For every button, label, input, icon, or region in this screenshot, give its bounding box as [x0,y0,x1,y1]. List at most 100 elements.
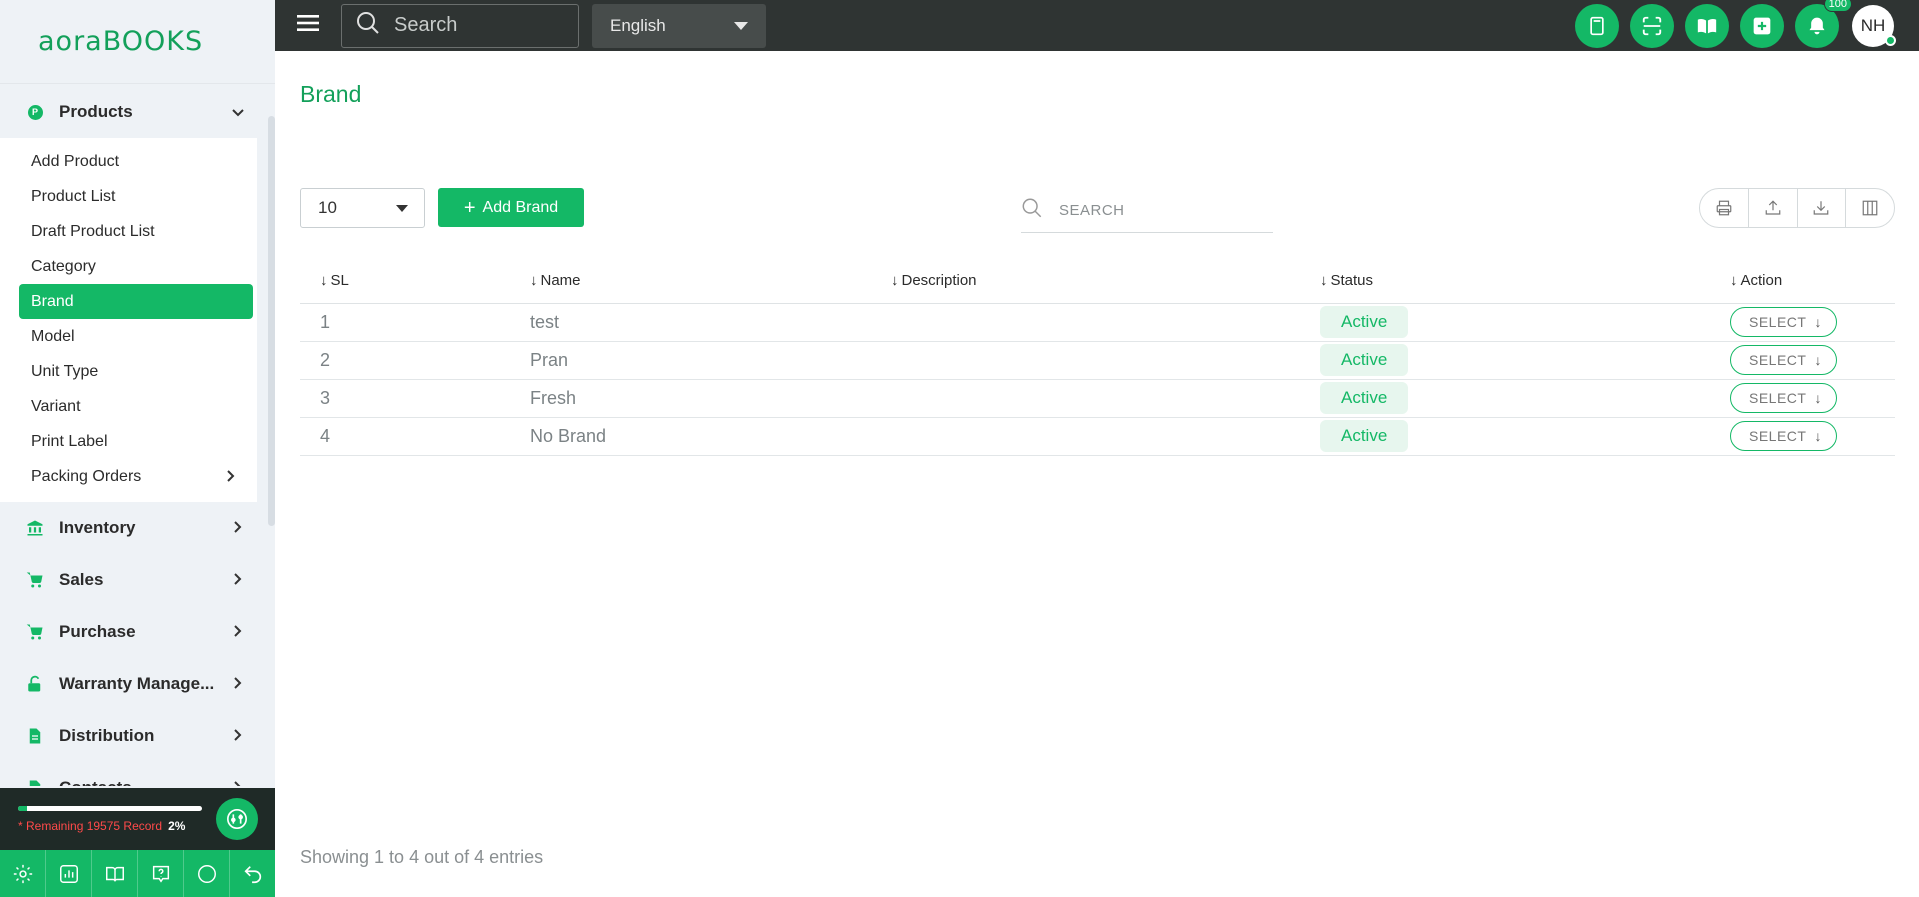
row-select-button[interactable]: SELECT ↓ [1730,307,1837,337]
settings-icon[interactable] [0,850,46,897]
sort-arrow-icon: ↓ [1320,271,1328,289]
sidebar-group-distribution[interactable]: Distribution [0,710,275,762]
sidebar-item-label: Add Product [31,152,120,170]
sidebar-group-products[interactable]: P Products [0,86,275,138]
sidebar-toolbar [0,850,275,897]
sidebar-item-print-label[interactable]: Print Label [0,424,257,459]
add-brand-button[interactable]: + Add Brand [438,188,584,227]
sidebar-group-inventory[interactable]: Inventory [0,502,275,554]
column-header-name[interactable]: ↓ Name [530,258,891,304]
user-initials: NH [1860,15,1886,35]
cell-sl: 1 [300,303,530,342]
add-icon[interactable] [1740,3,1784,48]
row-select-button[interactable]: SELECT ↓ [1730,421,1837,451]
sidebar-item-model[interactable]: Model [0,319,257,354]
table-row: 4 No Brand Active SELECT ↓ [300,417,1895,456]
pagination-info: Showing 1 to 4 out of 4 entries [300,847,544,867]
cell-name: Fresh [530,379,891,418]
sidebar-group-label: Warranty Manage... [59,674,215,693]
table-search [1021,188,1273,233]
cell-action: SELECT ↓ [1730,379,1895,418]
columns-icon[interactable] [1845,189,1894,227]
column-header-sl[interactable]: ↓ SL [300,258,530,304]
sidebar-group-contacts[interactable]: Contacts [0,762,275,786]
sidebar-item-label: Category [31,257,96,275]
download-icon[interactable] [1796,189,1846,227]
book-icon[interactable] [1685,3,1729,48]
main-content: Brand 10 + Add Brand ↓SL ↓Name ↓Descript… [300,51,1895,897]
scan-icon[interactable] [1630,3,1674,48]
table-row: 1 test Active SELECT ↓ [300,303,1895,342]
sidebar-group-purchase[interactable]: Purchase [0,606,275,658]
sidebar-group-sales[interactable]: Sales [0,554,275,606]
cell-status: Active [1320,341,1730,380]
chat-icon[interactable] [184,850,230,897]
cell-status: Active [1320,379,1730,418]
sidebar-nav: P Products Add Product Product List Draft … [0,86,275,786]
cell-name: No Brand [530,417,891,456]
chevron-down-icon [231,104,245,120]
sidebar-item-packing-orders[interactable]: Packing Orders [0,459,257,494]
sidebar-item-brand[interactable]: Brand [19,284,253,319]
help-icon[interactable] [138,850,184,897]
column-header-status[interactable]: ↓ Status [1320,258,1730,304]
chart-icon[interactable] [46,850,92,897]
global-search-input[interactable] [394,14,564,37]
logout-icon[interactable] [230,850,275,897]
calculator-icon[interactable] [1575,3,1619,48]
menu-icon[interactable] [297,14,325,37]
chevron-right-icon [231,624,245,640]
column-header-action[interactable]: ↓ Action [1730,258,1895,304]
sidebar-item-add-product[interactable]: Add Product [0,144,257,179]
row-select-button[interactable]: SELECT ↓ [1730,345,1837,375]
status-badge: Active [1320,382,1409,414]
table-search-input[interactable] [1059,201,1259,219]
select-label: SELECT [1749,428,1807,444]
row-select-button[interactable]: SELECT ↓ [1730,383,1837,413]
language-value: English [610,15,666,35]
brand-table: ↓ SL ↓ Name ↓ Description ↓ Status ↓ Action 1… [300,258,1895,456]
products-submenu: Add Product Product List Draft Product Lis… [0,138,257,502]
avatar[interactable]: NH [1852,4,1896,47]
chevron-right-icon [231,676,245,692]
column-label: Name [540,271,581,289]
column-label: SL [330,271,349,289]
upload-icon[interactable] [1747,189,1797,227]
app-logo[interactable]: aoraBOOKS [38,26,203,57]
select-label: SELECT [1749,314,1807,330]
sidebar-group-label: Distribution [59,726,155,745]
sidebar-item-label: Model [31,327,75,345]
caret-down-icon [396,204,408,212]
sort-arrow-icon: ↓ [530,271,538,289]
language-select[interactable]: English [592,3,766,48]
sidebar-scrollbar[interactable] [268,116,275,526]
select-label: SELECT [1749,390,1807,406]
column-header-description[interactable]: ↓ Description [891,258,1320,304]
per-page-select[interactable]: 10 [300,188,425,228]
bell-icon[interactable]: 100 [1795,0,1852,48]
sidebar-item-draft-product-list[interactable]: Draft Product List [0,214,257,249]
sidebar-item-variant[interactable]: Variant [0,389,257,424]
sidebar-group-warranty-manage[interactable]: Warranty Manage... [0,658,275,710]
remaining-text: * Remaining 19575 Record [18,818,163,833]
caret-down-icon [734,21,748,30]
sidebar-item-product-list[interactable]: Product List [0,179,257,214]
sidebar-item-category[interactable]: Category [0,249,257,284]
sidebar-group-label: Purchase [59,622,136,641]
print-icon[interactable] [1700,189,1748,227]
arrow-down-icon: ↓ [1814,314,1822,330]
sidebar-item-unit-type[interactable]: Unit Type [0,354,257,389]
product-badge: P [27,104,43,120]
unlock-icon [26,675,44,693]
upgrade-button[interactable] [216,798,258,840]
cell-sl: 2 [300,341,530,380]
logo-area: aoraBOOKS [0,0,275,84]
chevron-right-icon [227,469,235,485]
cell-name: Pran [530,341,891,380]
cart-icon [26,571,44,589]
cell-sl: 3 [300,379,530,418]
book-open-icon[interactable] [92,850,138,897]
table-row: 2 Pran Active SELECT ↓ [300,341,1895,380]
sidebar-item-label: Print Label [31,432,108,450]
per-page-value: 10 [318,198,337,217]
